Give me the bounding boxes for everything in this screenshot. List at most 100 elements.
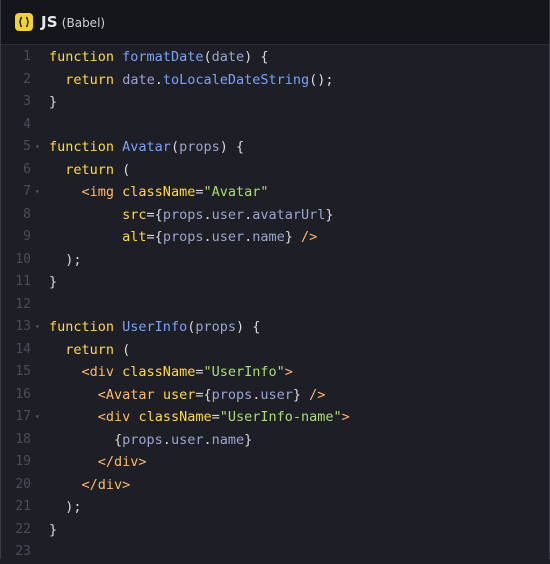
code-token: />: [309, 386, 326, 403]
line-number: 15: [15, 364, 31, 379]
code-line: 5 ▾ function Avatar(props) {: [1, 136, 549, 159]
code-token: user: [170, 431, 204, 448]
code-token: user: [162, 386, 196, 403]
line-number: 14: [15, 341, 31, 357]
code-token: >: [284, 364, 293, 380]
code-token: ) {: [235, 319, 261, 335]
code-text: }: [49, 271, 57, 294]
code-token: .: [162, 431, 171, 448]
code-token: date: [122, 71, 155, 88]
code-token: Avatar: [122, 139, 171, 155]
code-token: .: [203, 229, 212, 245]
tab-js-babel[interactable]: JS (Babel): [1, 0, 118, 44]
code-token: =: [211, 409, 220, 425]
line-number: 19: [15, 454, 31, 469]
code-token: ();: [309, 71, 334, 88]
code-token: <img: [81, 184, 115, 200]
line-number: 16: [15, 386, 31, 402]
code-token: }: [49, 274, 58, 290]
code-line: 22}: [1, 519, 549, 542]
code-token: className: [122, 184, 196, 200]
code-token: date: [211, 49, 245, 65]
line-number: 4: [23, 116, 31, 132]
code-token: <div: [97, 409, 131, 425]
code-token: src: [122, 206, 147, 223]
code-token: }: [292, 386, 310, 403]
code-token: return: [65, 341, 115, 358]
code-text: function UserInfo(props) {: [49, 316, 260, 339]
line-number: 7: [23, 184, 31, 199]
code-token: props: [179, 139, 220, 155]
fold-arrow-icon[interactable]: ▾: [35, 181, 40, 204]
code-text: <div className="UserInfo-name">: [49, 406, 350, 429]
code-token: alt: [122, 229, 147, 245]
code-token: ={: [146, 206, 163, 223]
editor-header: JS (Babel): [1, 0, 549, 45]
code-token: (: [203, 49, 212, 65]
line-number: 6: [23, 161, 31, 177]
code-token: (: [114, 161, 131, 178]
code-text: src={props.user.avatarUrl}: [49, 204, 333, 227]
line-number: 10: [15, 251, 31, 267]
line-number: 22: [15, 521, 31, 537]
code-line: 14 return (: [1, 339, 549, 362]
code-token: }: [49, 94, 58, 110]
line-number: 11: [15, 274, 31, 289]
line-number: 1: [23, 49, 31, 64]
tab-variant-label: (Babel): [61, 15, 106, 30]
code-line: 19 </div>: [1, 451, 549, 474]
code-line: 8 src={props.user.avatarUrl}: [1, 204, 549, 227]
code-token: props: [162, 229, 204, 245]
code-token: props: [122, 431, 163, 448]
code-token: }: [284, 229, 302, 245]
code-token: (: [114, 341, 131, 358]
javascript-icon: [15, 13, 33, 31]
code-token: ) {: [244, 49, 269, 65]
code-line: 17 ▾ <div className="UserInfo-name">: [1, 406, 549, 429]
code-text: return (: [49, 159, 130, 182]
fold-arrow-icon[interactable]: ▾: [35, 406, 40, 429]
code-token: ={: [146, 229, 163, 245]
code-token: user: [211, 206, 245, 223]
code-token: user: [260, 386, 293, 403]
code-token: .: [203, 431, 212, 448]
code-text: );: [49, 496, 81, 519]
fold-arrow-icon[interactable]: ▾: [35, 136, 40, 159]
code-token: UserInfo: [122, 319, 188, 335]
code-token: ) {: [219, 139, 245, 155]
line-number: 23: [15, 544, 31, 559]
tab-language-label: JS: [41, 13, 58, 31]
code-line: 16 <Avatar user={props.user} />: [1, 384, 549, 407]
code-token: function: [49, 319, 115, 335]
code-token: </div>: [81, 476, 131, 493]
code-line: 1 function formatDate(date) {: [1, 46, 549, 69]
code-text: alt={props.user.name} />: [49, 226, 317, 249]
line-number: 21: [15, 499, 31, 514]
line-number: 17: [15, 409, 31, 424]
line-number: 12: [15, 296, 31, 312]
code-text: function formatDate(date) {: [49, 46, 269, 69]
fold-arrow-icon[interactable]: ▾: [35, 316, 40, 339]
code-token: avatarUrl: [252, 206, 326, 223]
code-token: ={: [195, 386, 212, 403]
code-token: props: [162, 206, 204, 223]
line-number: 8: [23, 206, 31, 222]
code-token: .: [203, 206, 212, 223]
code-line: 15 <div className="UserInfo">: [1, 361, 549, 384]
code-token: function: [49, 49, 115, 65]
code-line: 10 );: [1, 249, 549, 272]
code-editor-window: JS (Babel) 1 function formatDate(date) { 2…: [0, 0, 550, 559]
code-area[interactable]: 1 function formatDate(date) {2 return dat…: [1, 45, 549, 564]
code-line: 7 ▾ <img className="Avatar": [1, 181, 549, 204]
code-token: }: [244, 431, 253, 448]
code-text: return (: [49, 339, 130, 362]
code-token: name: [252, 229, 285, 245]
